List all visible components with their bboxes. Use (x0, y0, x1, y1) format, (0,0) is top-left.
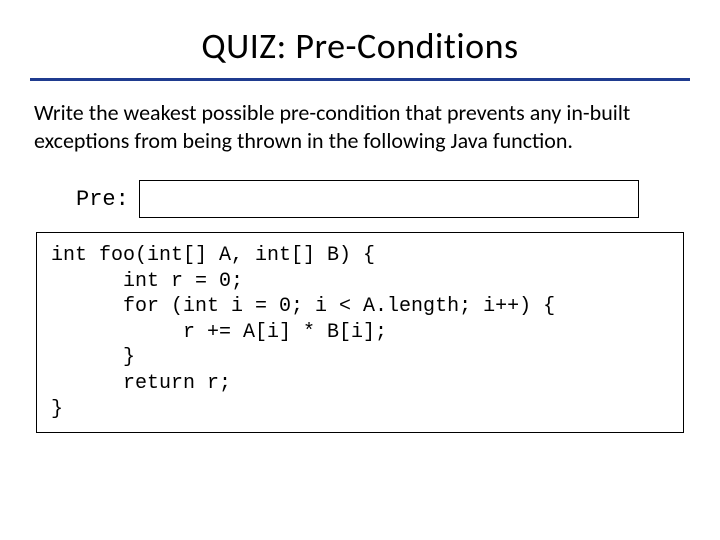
slide: QUIZ: Pre-Conditions Write the weakest p… (0, 0, 720, 540)
pre-label: Pre: (76, 187, 129, 212)
precondition-row: Pre: (76, 180, 690, 218)
page-title: QUIZ: Pre-Conditions (30, 24, 690, 68)
quiz-prompt: Write the weakest possible pre-condition… (34, 99, 686, 154)
pre-input[interactable] (139, 180, 639, 218)
code-block: int foo(int[] A, int[] B) { int r = 0; f… (36, 232, 684, 433)
title-divider (30, 78, 690, 81)
